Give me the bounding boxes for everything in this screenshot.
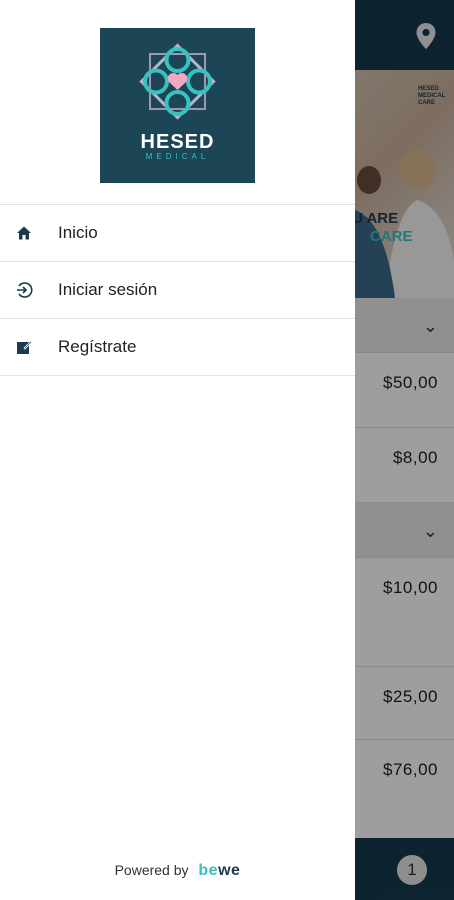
menu-item-label: Regístrate (58, 337, 137, 356)
navigation-drawer: HESED MEDICAL Inicio Iniciar sesión Regí… (0, 0, 355, 900)
powered-by-label: Powered by (114, 862, 189, 878)
bewe-logo-part1: be (198, 862, 219, 879)
powered-by-footer: Powered by bewe (0, 862, 355, 880)
hesed-logo: HESED MEDICAL (100, 28, 255, 183)
bewe-logo[interactable]: bewe (198, 862, 240, 879)
login-icon (14, 280, 34, 300)
menu-item-registrate[interactable]: Regístrate (0, 318, 355, 376)
menu-item-label: Iniciar sesión (58, 280, 158, 299)
bewe-logo-part2: we (218, 862, 241, 879)
logo-emblem-icon (139, 43, 216, 120)
home-icon (14, 223, 34, 243)
menu-item-label: Inicio (58, 223, 98, 242)
edit-icon (14, 337, 34, 357)
logo-subtitle: MEDICAL (145, 152, 210, 161)
drawer-menu: Inicio Iniciar sesión Regístrate (0, 204, 355, 376)
menu-item-iniciar-sesion[interactable]: Iniciar sesión (0, 261, 355, 318)
menu-item-inicio[interactable]: Inicio (0, 204, 355, 261)
logo-name: HESED (140, 131, 215, 153)
